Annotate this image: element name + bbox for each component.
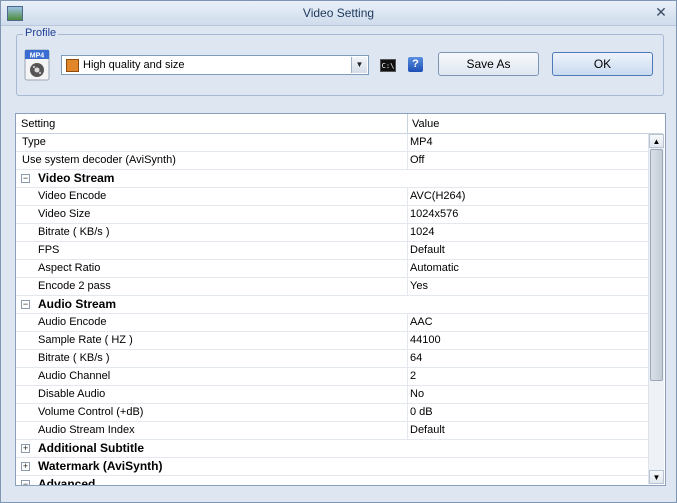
expand-icon[interactable]: + (21, 462, 30, 471)
collapse-icon[interactable]: − (21, 300, 30, 309)
setting-row[interactable]: Use system decoder (AviSynth) Off (16, 152, 648, 170)
grid-header: Setting Value (16, 114, 663, 134)
setting-row[interactable]: Video Size 1024x576 (16, 206, 648, 224)
setting-name: Audio Stream Index (38, 424, 135, 436)
column-header-value[interactable]: Value (412, 118, 439, 130)
settings-grid: Setting Value Type MP4 Use system decoder … (15, 113, 666, 486)
title-bar: Video Setting ✕ (1, 1, 676, 26)
collapse-icon[interactable]: − (21, 174, 30, 183)
category-row[interactable]: − Video Stream (16, 170, 648, 188)
profile-select-value: High quality and size (83, 59, 185, 71)
setting-name: Video Size (38, 208, 91, 220)
setting-value[interactable]: 2 (410, 370, 416, 382)
setting-value[interactable]: Off (410, 154, 424, 166)
expand-icon[interactable]: + (21, 444, 30, 453)
setting-row[interactable]: Disable Audio No (16, 386, 648, 404)
setting-row[interactable]: Video Encode AVC(H264) (16, 188, 648, 206)
setting-value[interactable]: AVC(H264) (410, 190, 465, 202)
ok-button[interactable]: OK (552, 52, 653, 76)
profile-select[interactable]: High quality and size ▼ (61, 55, 369, 75)
command-line-icon[interactable]: C:\ (380, 59, 396, 72)
category-row[interactable]: − Audio Stream (16, 296, 648, 314)
scroll-thumb[interactable] (650, 149, 663, 381)
setting-row[interactable]: Bitrate ( KB/s ) 1024 (16, 224, 648, 242)
setting-value[interactable]: AAC (410, 316, 433, 328)
help-icon[interactable]: ? (408, 57, 423, 72)
setting-name: FPS (38, 244, 60, 256)
setting-name: Use system decoder (AviSynth) (22, 154, 176, 166)
setting-name: Bitrate ( KB/s ) (38, 352, 110, 364)
setting-value[interactable]: No (410, 388, 424, 400)
setting-name: Bitrate ( KB/s ) (38, 226, 110, 238)
setting-value[interactable]: MP4 (410, 136, 433, 148)
save-as-button[interactable]: Save As (438, 52, 539, 76)
scroll-down-icon[interactable]: ▼ (649, 470, 664, 484)
setting-value[interactable]: 44100 (410, 334, 441, 346)
grid-rows: Type MP4 Use system decoder (AviSynth) Off −… (16, 134, 648, 486)
category-row[interactable]: − Advanced (16, 476, 648, 486)
close-icon[interactable]: ✕ (653, 4, 669, 20)
category-label: Advanced (38, 477, 96, 486)
setting-value[interactable]: 1024x576 (410, 208, 458, 220)
setting-value[interactable]: 64 (410, 352, 422, 364)
setting-row[interactable]: Audio Encode AAC (16, 314, 648, 332)
vertical-scrollbar[interactable]: ▲ ▼ (648, 134, 664, 484)
category-label: Video Stream (38, 171, 115, 185)
setting-name: Disable Audio (38, 388, 106, 400)
setting-name: Type (22, 136, 46, 148)
film-icon (66, 59, 79, 72)
category-row[interactable]: + Watermark (AviSynth) (16, 458, 648, 476)
category-row[interactable]: + Additional Subtitle (16, 440, 648, 458)
setting-value[interactable]: Yes (410, 280, 428, 292)
profile-group-label: Profile (23, 27, 59, 39)
setting-name: Aspect Ratio (38, 262, 101, 274)
setting-row[interactable]: Audio Stream Index Default (16, 422, 648, 440)
setting-row[interactable]: Aspect Ratio Automatic (16, 260, 648, 278)
setting-row[interactable]: Sample Rate ( HZ ) 44100 (16, 332, 648, 350)
chevron-down-icon[interactable]: ▼ (351, 57, 367, 73)
setting-name: Volume Control (+dB) (38, 406, 144, 418)
setting-value[interactable]: 1024 (410, 226, 434, 238)
category-label: Additional Subtitle (38, 441, 144, 455)
setting-row[interactable]: Type MP4 (16, 134, 648, 152)
collapse-icon[interactable]: − (21, 480, 30, 485)
setting-name: Video Encode (38, 190, 107, 202)
scroll-up-icon[interactable]: ▲ (649, 134, 664, 148)
setting-name: Encode 2 pass (38, 280, 111, 292)
setting-row[interactable]: Audio Channel 2 (16, 368, 648, 386)
category-label: Audio Stream (38, 297, 117, 311)
setting-row[interactable]: Volume Control (+dB) 0 dB (16, 404, 648, 422)
window-title: Video Setting (302, 6, 375, 20)
setting-value[interactable]: 0 dB (410, 406, 433, 418)
setting-name: Audio Encode (38, 316, 107, 328)
setting-value[interactable]: Default (410, 424, 445, 436)
mp4-icon-label: MP4 (30, 53, 45, 60)
setting-row[interactable]: FPS Default (16, 242, 648, 260)
category-label: Watermark (AviSynth) (38, 459, 163, 473)
setting-value[interactable]: Default (410, 244, 445, 256)
setting-row[interactable]: Bitrate ( KB/s ) 64 (16, 350, 648, 368)
mp4-file-icon: MP4 (24, 49, 50, 81)
video-setting-window: Video Setting ✕ Profile MP4 High quality… (0, 0, 677, 503)
setting-name: Audio Channel (38, 370, 111, 382)
setting-name: Sample Rate ( HZ ) (38, 334, 133, 346)
column-header-setting[interactable]: Setting (21, 118, 55, 130)
setting-value[interactable]: Automatic (410, 262, 459, 274)
setting-row[interactable]: Encode 2 pass Yes (16, 278, 648, 296)
